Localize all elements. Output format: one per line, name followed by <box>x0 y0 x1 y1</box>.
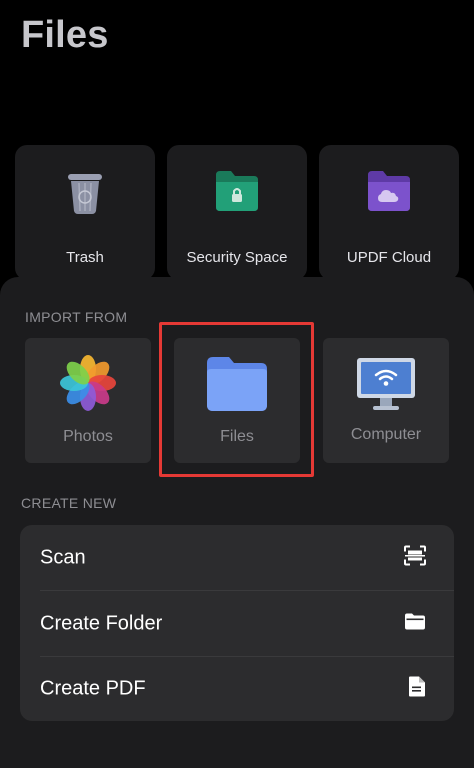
monitor-wifi-icon <box>355 356 417 417</box>
folder-icon <box>205 355 269 418</box>
updf-cloud-card[interactable]: UPDF Cloud <box>319 145 459 280</box>
import-photos-button[interactable]: Photos <box>25 338 151 463</box>
create-new-list: Scan Create Folder Create PDF <box>20 525 454 721</box>
add-sheet: IMPORT FROM Photos Files Computer CREATE… <box>0 277 474 768</box>
page-title: Files <box>21 14 109 56</box>
import-photos-label: Photos <box>63 428 113 445</box>
create-pdf-row[interactable]: Create PDF <box>20 656 454 721</box>
scan-row[interactable]: Scan <box>20 525 454 590</box>
import-files-label: Files <box>220 428 254 445</box>
cloud-folder-icon <box>366 169 412 218</box>
create-folder-row[interactable]: Create Folder <box>20 591 454 656</box>
import-computer-label: Computer <box>350 426 422 443</box>
security-space-label: Security Space <box>186 249 288 266</box>
trash-card[interactable]: Trash <box>15 145 155 280</box>
document-icon <box>408 675 426 702</box>
photos-icon <box>59 354 117 417</box>
top-items-row: Trash Security Space UPDF Cloud <box>15 145 459 280</box>
create-pdf-label: Create PDF <box>40 677 146 699</box>
scan-label: Scan <box>40 546 86 568</box>
import-computer-button[interactable]: Computer <box>323 338 449 463</box>
updf-cloud-label: UPDF Cloud <box>346 249 432 266</box>
trash-icon <box>65 169 105 220</box>
trash-label: Trash <box>66 249 104 266</box>
lock-folder-icon <box>214 169 260 218</box>
create-new-heading: CREATE NEW <box>21 495 117 511</box>
security-space-card[interactable]: Security Space <box>167 145 307 280</box>
import-files-button[interactable]: Files <box>174 338 300 463</box>
import-from-heading: IMPORT FROM <box>25 309 128 325</box>
folder-icon <box>404 612 426 635</box>
scan-icon <box>404 545 426 570</box>
create-folder-label: Create Folder <box>40 612 163 634</box>
